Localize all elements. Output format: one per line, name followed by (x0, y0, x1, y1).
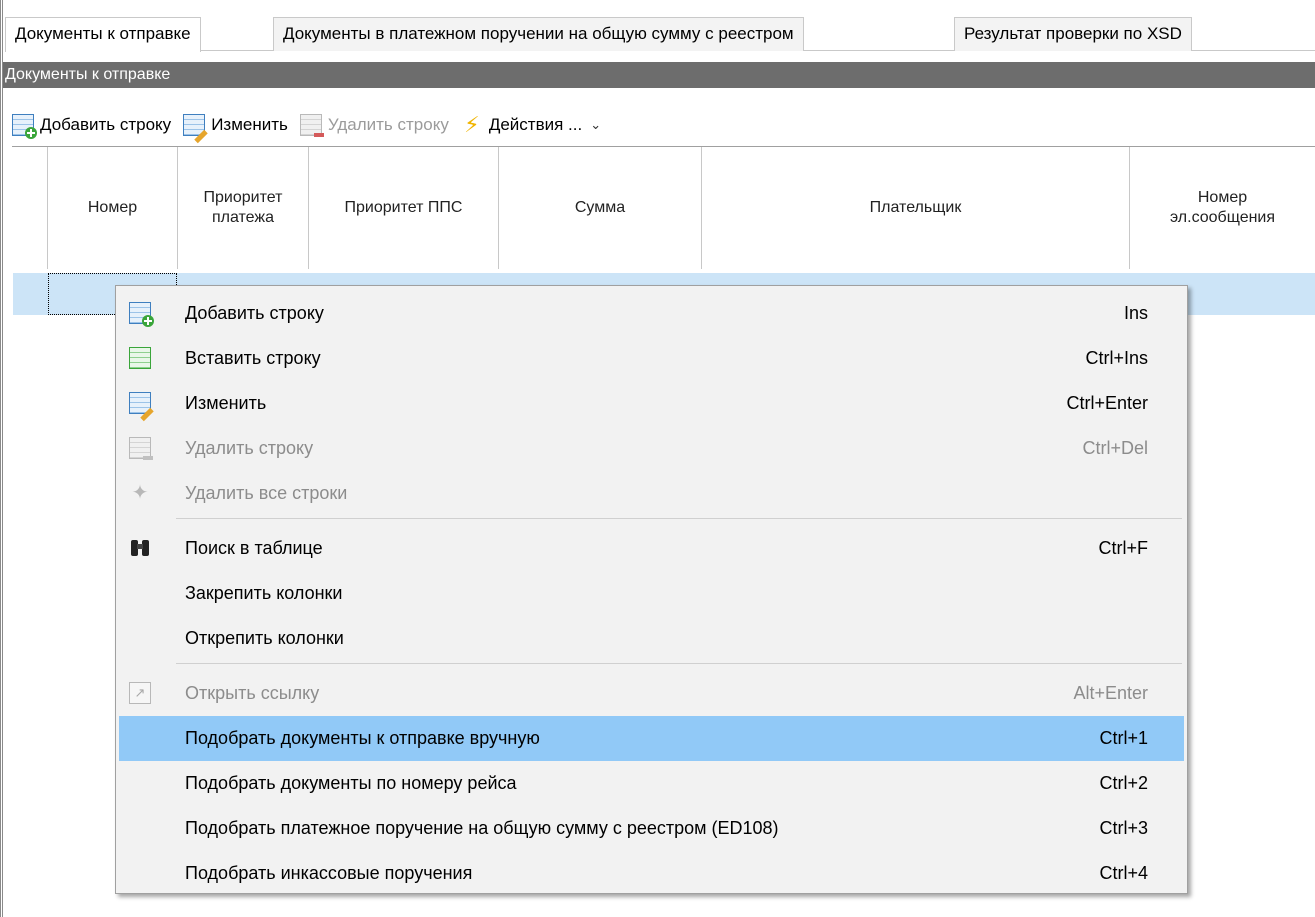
chevron-down-icon: ⌄ (590, 117, 602, 132)
menu-item-freeze-columns[interactable]: Закрепить колонки (119, 571, 1184, 616)
menu-item-select-payment-order-ed108[interactable]: Подобрать платежное поручение на общую с… (119, 806, 1184, 851)
menu-item-add-row[interactable]: Добавить строку Ins (119, 291, 1184, 336)
menu-item-shortcut: Alt+Enter (1073, 683, 1148, 703)
tab-documents-in-payment-order[interactable]: Документы в платежном поручении на общую… (273, 17, 804, 51)
menu-item-edit[interactable]: Изменить Ctrl+Enter (119, 381, 1184, 426)
menu-separator (176, 518, 1182, 519)
actions-dropdown-button[interactable]: ⚡ Действия ... ⌄ (461, 110, 607, 140)
grid-insert-icon (129, 347, 151, 369)
grid-add-icon (129, 302, 154, 327)
grid-add-icon (12, 114, 37, 139)
tab-documents-to-send[interactable]: Документы к отправке (5, 17, 201, 52)
menu-item-label: Удалить все строки (185, 483, 348, 503)
menu-item-shortcut: Ctrl+F (1098, 538, 1149, 558)
column-header-payment-priority[interactable]: Приоритет платежа (178, 147, 309, 269)
column-header-number[interactable]: Номер (48, 147, 178, 269)
menu-item-shortcut: Ctrl+4 (1099, 863, 1148, 883)
menu-item-open-link[interactable]: ↗ Открыть ссылку Alt+Enter (119, 671, 1184, 716)
menu-item-search-table[interactable]: Поиск в таблице Ctrl+F (119, 526, 1184, 571)
menu-item-label: Открыть ссылку (185, 683, 320, 703)
menu-item-label: Подобрать документы к отправке вручную (185, 728, 540, 748)
menu-item-shortcut: Ctrl+Del (1082, 438, 1148, 458)
tab-xsd-check-result[interactable]: Результат проверки по XSD (954, 17, 1192, 51)
context-menu: Добавить строку Ins Вставить строку Ctrl… (115, 285, 1188, 894)
menu-item-delete-all-rows[interactable]: ✦ Удалить все строки (119, 471, 1184, 516)
menu-separator (176, 663, 1182, 664)
menu-item-label: Вставить строку (185, 348, 321, 368)
menu-item-label: Удалить строку (185, 438, 314, 458)
menu-item-select-docs-by-flight[interactable]: Подобрать документы по номеру рейса Ctrl… (119, 761, 1184, 806)
menu-item-shortcut: Ctrl+2 (1099, 773, 1148, 793)
menu-item-label: Поиск в таблице (185, 538, 323, 558)
column-header-amount[interactable]: Сумма (499, 147, 702, 269)
menu-item-select-docs-manually[interactable]: Подобрать документы к отправке вручную C… (119, 716, 1184, 761)
edit-button[interactable]: Изменить (183, 110, 294, 144)
menu-item-label: Подобрать инкассовые поручения (185, 863, 473, 883)
menu-item-label: Подобрать платежное поручение на общую с… (185, 818, 779, 838)
column-header-pps-priority[interactable]: Приоритет ППС (309, 147, 499, 269)
grid-delete-icon (129, 437, 153, 460)
open-link-icon: ↗ (129, 682, 151, 704)
menu-item-shortcut: Ctrl+Enter (1066, 393, 1148, 413)
window-left-border (0, 0, 3, 917)
menu-item-label: Добавить строку (185, 303, 324, 323)
menu-item-label: Открепить колонки (185, 628, 344, 648)
menu-item-label: Изменить (185, 393, 267, 413)
grid-delete-icon (299, 114, 324, 137)
edit-label: Изменить (211, 115, 288, 134)
menu-item-label: Подобрать документы по номеру рейса (185, 773, 517, 793)
grid-edit-icon (129, 392, 154, 422)
lightning-icon: ⚡ (464, 112, 480, 137)
column-header-payer[interactable]: Плательщик (702, 147, 1130, 269)
menu-item-select-collection-orders[interactable]: Подобрать инкассовые поручения Ctrl+4 (119, 851, 1184, 896)
actions-label: Действия ... (488, 115, 583, 134)
delete-row-label: Удалить строку (327, 115, 449, 134)
menu-item-delete-row[interactable]: Удалить строку Ctrl+Del (119, 426, 1184, 471)
add-row-button[interactable]: Добавить строку (12, 110, 177, 140)
section-header: Документы к отправке (3, 62, 1315, 88)
add-row-label: Добавить строку (40, 115, 172, 134)
toolbar: Добавить строку Изменить Удалить строку … (12, 110, 607, 144)
menu-item-shortcut: Ctrl+1 (1099, 728, 1148, 748)
column-header-message-number[interactable]: Номер эл.сообщения (1130, 147, 1315, 269)
menu-item-insert-row[interactable]: Вставить строку Ctrl+Ins (119, 336, 1184, 381)
menu-item-label: Закрепить колонки (185, 583, 343, 603)
delete-row-button[interactable]: Удалить строку (299, 110, 455, 140)
menu-item-shortcut: Ctrl+3 (1099, 818, 1148, 838)
binoculars-icon (129, 537, 151, 559)
broom-icon: ✦ (131, 482, 149, 504)
menu-item-shortcut: Ins (1123, 303, 1148, 323)
tab-strip: Документы к отправке Документы в платежн… (5, 17, 1315, 52)
menu-item-shortcut: Ctrl+Ins (1085, 348, 1148, 368)
grid-edit-icon (183, 114, 208, 144)
row-indicator-header (12, 147, 48, 269)
menu-item-unfreeze-columns[interactable]: Открепить колонки (119, 616, 1184, 661)
